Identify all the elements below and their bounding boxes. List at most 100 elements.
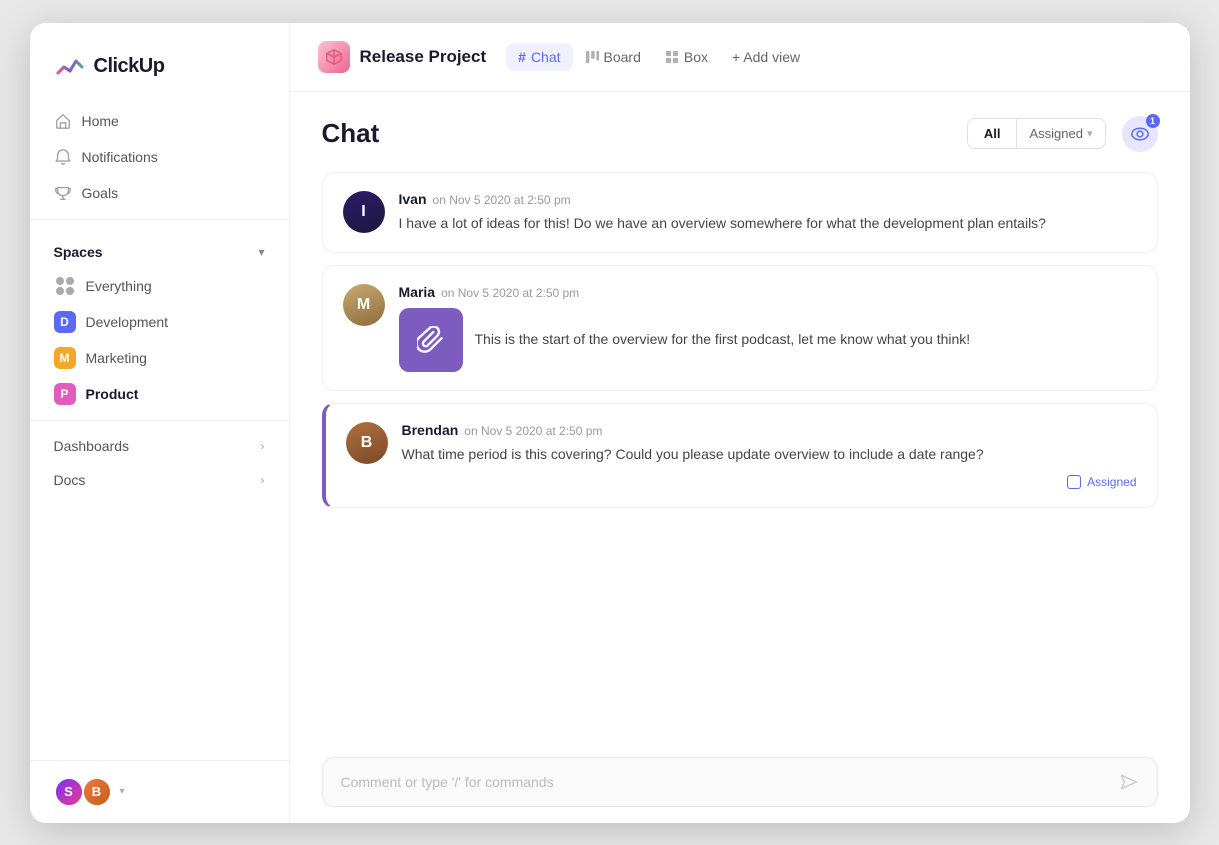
message-card-brendan: B Brendan on Nov 5 2020 at 2:50 pm What … <box>322 403 1158 508</box>
message-card-ivan: I Ivan on Nov 5 2020 at 2:50 pm I have a… <box>322 172 1158 253</box>
assigned-checkbox[interactable] <box>1067 475 1081 489</box>
sidebar: ClickUp Home Notifications <box>30 23 290 823</box>
board-icon <box>585 50 599 64</box>
marketing-badge: M <box>54 347 76 369</box>
tab-chat[interactable]: # Chat <box>506 43 572 71</box>
eye-icon <box>1131 127 1149 141</box>
product-badge: P <box>54 383 76 405</box>
assigned-tag-label: Assigned <box>1087 475 1136 489</box>
sidebar-item-home[interactable]: Home <box>42 103 277 139</box>
message-time-ivan: on Nov 5 2020 at 2:50 pm <box>433 193 571 207</box>
sidebar-nav: Home Notifications Goals <box>30 103 289 211</box>
assigned-chevron-icon: ▾ <box>1087 127 1093 140</box>
sidebar-footer: S B ▾ <box>30 760 289 823</box>
chat-filter: All Assigned ▾ <box>967 118 1106 149</box>
sidebar-divider-1 <box>30 219 289 220</box>
logo: ClickUp <box>30 23 289 103</box>
sidebar-item-docs[interactable]: Docs › <box>30 463 289 497</box>
sidebar-item-notifications[interactable]: Notifications <box>42 139 277 175</box>
app-name: ClickUp <box>94 55 165 78</box>
filter-assigned-button[interactable]: Assigned ▾ <box>1016 119 1104 148</box>
brendan-avatar: B <box>346 422 388 464</box>
watch-count-badge: 1 <box>1146 114 1160 128</box>
docs-label: Docs <box>54 472 86 488</box>
tab-box[interactable]: Box <box>653 43 720 71</box>
clickup-logo-icon <box>54 51 86 83</box>
sidebar-item-marketing[interactable]: M Marketing <box>42 340 277 376</box>
development-label: Development <box>86 314 169 330</box>
assigned-label: Assigned <box>1029 126 1082 141</box>
sidebar-item-everything[interactable]: Everything <box>42 268 277 304</box>
add-view-button[interactable]: + Add view <box>720 43 812 71</box>
filter-all-button[interactable]: All <box>968 119 1017 148</box>
tab-board[interactable]: Board <box>573 43 653 71</box>
message-author-ivan: Ivan <box>399 191 427 207</box>
dashboards-label: Dashboards <box>54 438 130 454</box>
avatar-user1-initial: S <box>56 779 82 805</box>
project-icon <box>318 41 350 73</box>
sidebar-item-development[interactable]: D Development <box>42 304 277 340</box>
development-badge: D <box>54 311 76 333</box>
chevron-right-icon-2: › <box>261 473 265 487</box>
everything-label: Everything <box>86 278 152 294</box>
message-author-maria: Maria <box>399 284 436 300</box>
messages-list: I Ivan on Nov 5 2020 at 2:50 pm I have a… <box>322 172 1158 745</box>
spaces-header[interactable]: Spaces ▾ <box>54 244 265 260</box>
message-meta-brendan: Brendan on Nov 5 2020 at 2:50 pm <box>402 422 1137 438</box>
attachment-block: This is the start of the overview for th… <box>399 308 1137 372</box>
board-tab-label: Board <box>604 49 641 65</box>
message-body-ivan: Ivan on Nov 5 2020 at 2:50 pm I have a l… <box>399 191 1137 234</box>
trophy-icon <box>54 184 72 202</box>
avatar-user2-initial: B <box>84 779 110 805</box>
attachment-text-maria: This is the start of the overview for th… <box>475 329 971 350</box>
chat-tab-label: Chat <box>531 49 561 65</box>
bell-icon <box>54 148 72 166</box>
avatar-user1: S <box>54 777 84 807</box>
notifications-label: Notifications <box>82 149 158 165</box>
main-content: Release Project # Chat Board <box>290 23 1190 823</box>
marketing-label: Marketing <box>86 350 147 366</box>
spaces-title: Spaces <box>54 244 103 260</box>
message-body-maria: Maria on Nov 5 2020 at 2:50 pm This is t… <box>399 284 1137 372</box>
add-view-label: + Add view <box>732 49 800 65</box>
message-body-brendan: Brendan on Nov 5 2020 at 2:50 pm What ti… <box>402 422 1137 489</box>
comment-placeholder: Comment or type '/' for commands <box>341 774 554 790</box>
spaces-section: Spaces ▾ <box>30 228 289 268</box>
ivan-avatar: I <box>343 191 385 233</box>
chat-header: Chat All Assigned ▾ 1 <box>322 116 1158 152</box>
everything-icon <box>54 275 76 297</box>
product-label: Product <box>86 386 139 402</box>
attachment-icon <box>399 308 463 372</box>
message-time-maria: on Nov 5 2020 at 2:50 pm <box>441 286 579 300</box>
paperclip-icon <box>417 326 445 354</box>
box-icon <box>665 50 679 64</box>
chevron-down-icon: ▾ <box>258 245 264 259</box>
home-icon <box>54 112 72 130</box>
project-cube-icon <box>325 48 343 66</box>
message-card-maria: M Maria on Nov 5 2020 at 2:50 pm <box>322 265 1158 391</box>
chat-area: Chat All Assigned ▾ 1 <box>290 92 1190 823</box>
chat-title: Chat <box>322 118 380 149</box>
message-meta-maria: Maria on Nov 5 2020 at 2:50 pm <box>399 284 1137 300</box>
footer-chevron-icon: ▾ <box>120 786 125 797</box>
chevron-right-icon: › <box>261 439 265 453</box>
spaces-list: Everything D Development M Marketing P P… <box>30 268 289 412</box>
comment-input-area[interactable]: Comment or type '/' for commands <box>322 757 1158 807</box>
goals-label: Goals <box>82 185 119 201</box>
message-time-brendan: on Nov 5 2020 at 2:50 pm <box>464 424 602 438</box>
assigned-tag: Assigned <box>402 475 1137 489</box>
home-label: Home <box>82 113 119 129</box>
top-bar: Release Project # Chat Board <box>290 23 1190 92</box>
message-text-ivan: I have a lot of ideas for this! Do we ha… <box>399 213 1137 234</box>
message-author-brendan: Brendan <box>402 422 459 438</box>
chat-tab-hash: # <box>518 49 526 65</box>
message-meta-ivan: Ivan on Nov 5 2020 at 2:50 pm <box>399 191 1137 207</box>
watch-button[interactable]: 1 <box>1122 116 1158 152</box>
sidebar-item-dashboards[interactable]: Dashboards › <box>30 429 289 463</box>
sidebar-item-goals[interactable]: Goals <box>42 175 277 211</box>
project-title: Release Project <box>360 47 487 67</box>
sidebar-item-product[interactable]: P Product <box>42 376 277 412</box>
send-icon <box>1119 772 1139 792</box>
box-tab-label: Box <box>684 49 708 65</box>
message-text-brendan: What time period is this covering? Could… <box>402 444 1137 465</box>
